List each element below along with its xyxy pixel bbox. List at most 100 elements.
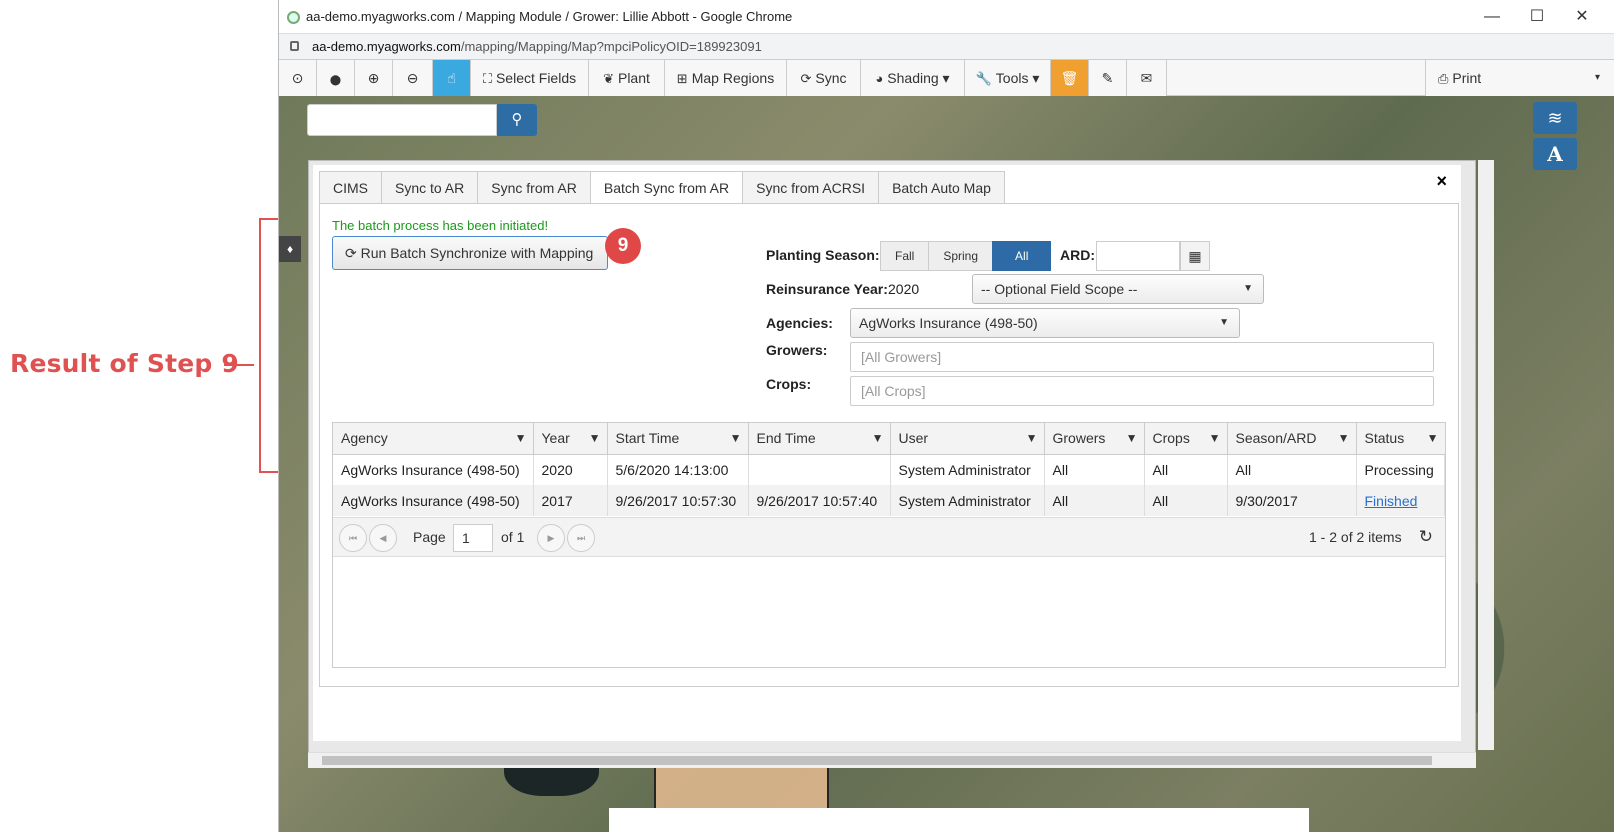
table-cell: 2017 (533, 485, 608, 516)
email-button[interactable]: ✉ (1127, 60, 1167, 96)
next-page-button[interactable]: ▶ (537, 524, 565, 552)
scrollbar-thumb[interactable] (322, 756, 1432, 765)
drop-tool-button[interactable]: ♦ (279, 236, 301, 262)
tab-sync-from-acrsi[interactable]: Sync from ACRSI (742, 171, 880, 204)
planting-season-label: Planting Season: (766, 247, 880, 263)
season-spring-button[interactable]: Spring (928, 241, 994, 271)
season-all-button[interactable]: All (992, 241, 1052, 271)
column-header[interactable]: End Time ▼ (748, 423, 891, 455)
column-header-label: Start Time (615, 430, 680, 447)
column-header[interactable]: Season/ARD ▼ (1227, 423, 1357, 455)
column-header-label: User (898, 430, 929, 447)
vertical-scrollbar[interactable] (1478, 160, 1494, 750)
column-header[interactable]: Status ▼ (1356, 423, 1445, 455)
plant-button[interactable]: ❦ Plant (589, 60, 665, 96)
column-header[interactable]: User ▼ (890, 423, 1045, 455)
table-cell: AgWorks Insurance (498-50) (333, 454, 534, 485)
reinsurance-year-value: 2020 (888, 281, 920, 297)
edit-button[interactable]: ✎ (1089, 60, 1127, 96)
caret-down-icon: ▼ (1219, 317, 1229, 328)
table-row[interactable]: AgWorks Insurance (498-50) 2020 5/6/2020 1… (333, 454, 1445, 485)
filter-icon[interactable]: ▼ (1338, 431, 1350, 445)
pin-icon: ⬤ (329, 75, 342, 86)
horizontal-scrollbar[interactable] (308, 752, 1476, 768)
filter-icon[interactable]: ▼ (872, 431, 884, 445)
tab-sync-to-ar[interactable]: Sync to AR (381, 171, 479, 204)
pin-button[interactable]: ⬤ (317, 60, 355, 96)
batch-sync-dialog: × CIMS Sync to AR Sync from AR Batch Syn… (308, 160, 1476, 760)
minimize-button[interactable]: — (1474, 6, 1510, 28)
maximize-button[interactable]: ☐ (1519, 6, 1555, 28)
sync-icon: ⟳ (345, 245, 357, 261)
zoom-in-button[interactable]: ⊕ (355, 60, 393, 96)
column-header-label: Agency (341, 430, 388, 447)
filter-icon[interactable]: ▼ (1126, 431, 1138, 445)
table-row[interactable]: AgWorks Insurance (498-50) 2017 9/26/2017 … (333, 485, 1445, 516)
crops-multiselect[interactable]: [All Crops] (850, 376, 1434, 406)
filter-icon[interactable]: ▼ (1427, 431, 1439, 445)
grid-header-row: Agency ▼ Year ▼ Start Time ▼ End Time ▼ User ▼ Gro… (333, 423, 1445, 455)
column-header[interactable]: Agency ▼ (333, 423, 534, 455)
url-text[interactable]: aa-demo.myagworks.com/mapping/Mapping/Ma… (312, 39, 762, 54)
tab-batch-sync-from-ar[interactable]: Batch Sync from AR (589, 171, 744, 205)
first-page-button[interactable]: ⏮ (339, 524, 367, 552)
locate-button[interactable]: ⊙ (279, 60, 317, 96)
tab-sync-from-ar[interactable]: Sync from AR (477, 171, 591, 204)
refresh-icon[interactable]: ↻ (1419, 527, 1433, 547)
growers-multiselect[interactable]: [All Growers] (850, 342, 1434, 372)
column-header[interactable]: Crops ▼ (1144, 423, 1228, 455)
table-cell: All (1144, 454, 1228, 485)
filter-icon[interactable]: ▼ (730, 431, 742, 445)
filter-icon[interactable]: ▼ (1209, 431, 1221, 445)
window-title: aa-demo.myagworks.com / Mapping Module /… (306, 9, 793, 24)
status-message: The batch process has been initiated! (332, 218, 549, 233)
layers-icon: ≋ (1547, 108, 1563, 128)
filter-icon[interactable]: ▼ (515, 431, 527, 445)
sync-button[interactable]: ⟳ Sync (787, 60, 861, 96)
annotation-label: Result of Step 9 (10, 349, 239, 378)
map-blank-tile (609, 808, 1309, 832)
ard-date-input[interactable] (1096, 241, 1180, 271)
edit-icon: ✎ (1101, 70, 1114, 86)
status-link[interactable]: Finished (1365, 493, 1418, 509)
calendar-icon[interactable]: ▦ (1180, 241, 1210, 271)
address-bar[interactable]: aa-demo.myagworks.com/mapping/Mapping/Ma… (279, 34, 1614, 60)
layers-button[interactable]: ≋ (1533, 102, 1577, 134)
column-header[interactable]: Start Time ▼ (607, 423, 749, 455)
map-search-input[interactable] (307, 104, 497, 136)
delete-button[interactable]: 🗑 (1051, 60, 1089, 96)
tools-dropdown[interactable]: 🔧 Tools ▾ (965, 60, 1051, 96)
annotation-connector (224, 364, 254, 366)
run-button-label: Run Batch Synchronize with Mapping (360, 245, 594, 261)
close-dialog-button[interactable]: × (1436, 171, 1447, 192)
page-number-input[interactable]: 1 (453, 524, 493, 552)
season-fall-button[interactable]: Fall (880, 241, 930, 271)
last-page-button[interactable]: ⏭ (567, 524, 595, 552)
items-summary: 1 - 2 of 2 items (1309, 529, 1402, 545)
map-regions-button[interactable]: ⊞ Map Regions (665, 60, 787, 96)
prev-page-button[interactable]: ◀ (369, 524, 397, 552)
field-scope-select[interactable]: -- Optional Field Scope -- ▼ (972, 274, 1264, 304)
pointer-button[interactable]: ☝ (433, 60, 471, 96)
map-search-button[interactable]: ⚲ (497, 104, 537, 136)
close-window-button[interactable]: ✕ (1564, 6, 1600, 28)
column-header[interactable]: Growers ▼ (1044, 423, 1145, 455)
palette-icon: ◕ (875, 71, 884, 86)
shading-dropdown[interactable]: ◕ Shading ▾ (861, 60, 965, 96)
printer-icon: ⎙ (1438, 71, 1449, 86)
filter-icon[interactable]: ▼ (1026, 431, 1038, 445)
column-header[interactable]: Year ▼ (533, 423, 608, 455)
print-dropdown[interactable]: ⎙ Print ▾ (1425, 60, 1614, 96)
tab-cims[interactable]: CIMS (319, 171, 382, 204)
title-bar: aa-demo.myagworks.com / Mapping Module /… (279, 0, 1614, 34)
run-batch-sync-button[interactable]: ⟳ Run Batch Synchronize with Mapping (332, 236, 608, 270)
zoom-out-button[interactable]: ⊖ (393, 60, 433, 96)
agency-select[interactable]: AgWorks Insurance (498-50) ▼ (850, 308, 1240, 338)
filter-icon[interactable]: ▼ (589, 431, 601, 445)
labels-button[interactable]: A (1533, 138, 1577, 170)
select-fields-button[interactable]: ⛶ Select Fields (471, 60, 589, 96)
tab-batch-auto-map[interactable]: Batch Auto Map (878, 171, 1005, 204)
pointer-icon: ☝ (447, 70, 456, 86)
table-cell: All (1227, 454, 1357, 485)
column-header-label: Year (541, 430, 570, 447)
